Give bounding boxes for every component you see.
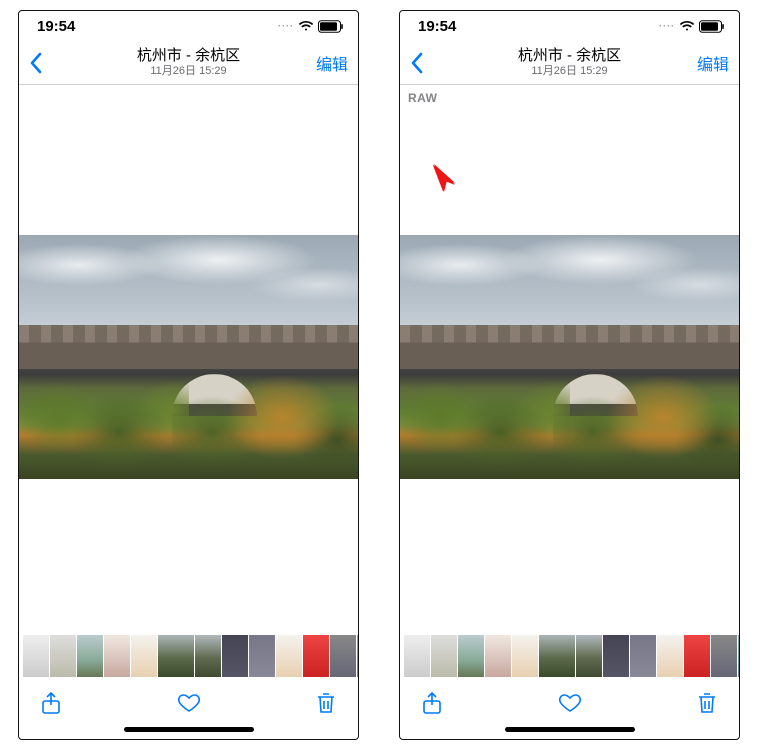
phone-right: 19:54 ···· 杭州市 - 余杭区 11月26日 15:29 编辑 RAW xyxy=(399,10,740,740)
status-right: ···· xyxy=(659,20,725,33)
nav-title-wrap: 杭州市 - 余杭区 11月26日 15:29 xyxy=(450,47,689,78)
status-time: 19:54 xyxy=(418,18,456,35)
nav-title-wrap: 杭州市 - 余杭区 11月26日 15:29 xyxy=(69,47,308,78)
cellular-dots: ···· xyxy=(278,21,294,31)
status-time: 19:54 xyxy=(37,18,75,35)
main-photo[interactable] xyxy=(19,235,358,479)
main-photo[interactable] xyxy=(400,235,739,479)
bottom-toolbar xyxy=(400,679,739,727)
thumbnail-scrubber[interactable] xyxy=(400,635,739,679)
favorite-button[interactable] xyxy=(558,691,582,715)
nav-header: 杭州市 - 余杭区 11月26日 15:29 编辑 xyxy=(19,41,358,85)
photo-stage[interactable] xyxy=(19,85,358,635)
battery-icon xyxy=(699,20,725,33)
share-button[interactable] xyxy=(39,691,63,715)
back-button[interactable] xyxy=(29,52,69,74)
delete-button[interactable] xyxy=(314,691,338,715)
home-indicator[interactable] xyxy=(124,727,254,732)
raw-badge: RAW xyxy=(408,91,438,105)
nav-title: 杭州市 - 余杭区 xyxy=(450,47,689,64)
nav-title: 杭州市 - 余杭区 xyxy=(69,47,308,64)
status-right: ···· xyxy=(278,20,344,33)
thumbnail-scrubber[interactable] xyxy=(19,635,358,679)
edit-button[interactable]: 编辑 xyxy=(308,51,348,75)
status-bar: 19:54 ···· xyxy=(19,11,358,41)
wifi-icon xyxy=(679,20,695,32)
favorite-button[interactable] xyxy=(177,691,201,715)
back-button[interactable] xyxy=(410,52,450,74)
phone-left: 19:54 ···· 杭州市 - 余杭区 11月26日 15:29 编辑 xyxy=(18,10,359,740)
delete-button[interactable] xyxy=(695,691,719,715)
annotation-arrow-icon xyxy=(431,163,457,193)
nav-subtitle: 11月26日 15:29 xyxy=(450,65,689,78)
wifi-icon xyxy=(298,20,314,32)
share-button[interactable] xyxy=(420,691,444,715)
photo-stage[interactable]: RAW xyxy=(400,85,739,635)
bottom-toolbar xyxy=(19,679,358,727)
nav-subtitle: 11月26日 15:29 xyxy=(69,65,308,78)
cellular-dots: ···· xyxy=(659,21,675,31)
edit-button[interactable]: 编辑 xyxy=(689,51,729,75)
battery-icon xyxy=(318,20,344,33)
home-indicator[interactable] xyxy=(505,727,635,732)
nav-header: 杭州市 - 余杭区 11月26日 15:29 编辑 xyxy=(400,41,739,85)
status-bar: 19:54 ···· xyxy=(400,11,739,41)
